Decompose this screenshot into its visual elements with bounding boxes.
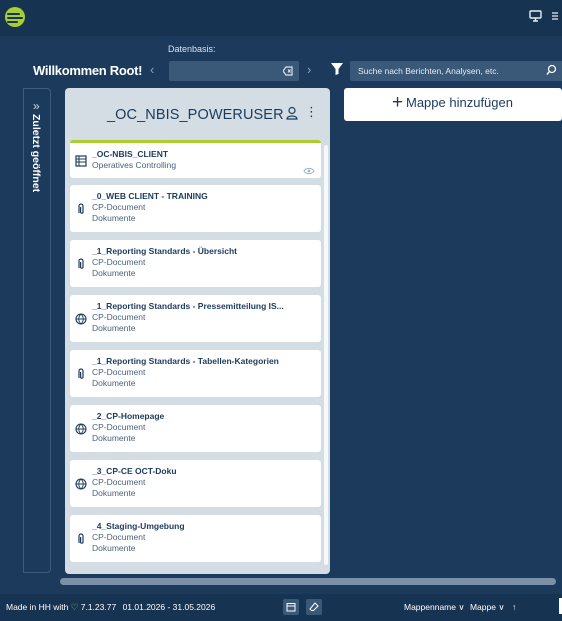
leaf-logo-icon[interactable] <box>4 6 26 28</box>
sort-ascending-icon[interactable]: ↑ <box>512 602 516 612</box>
paperclip-icon <box>78 203 84 214</box>
user-icon[interactable] <box>286 106 298 120</box>
eraser-button[interactable] <box>306 599 322 615</box>
paperclip-icon <box>78 368 84 379</box>
card-category: Dokumente <box>92 378 136 388</box>
datenbasis-select[interactable] <box>169 61 299 81</box>
card-reporting-pressemitteilung[interactable]: _1_Reporting Standards - Pressemitteilun… <box>70 295 321 342</box>
chevron-down-icon[interactable]: ∨ <box>498 602 504 612</box>
globe-icon <box>75 478 87 490</box>
expand-chevron-icon[interactable]: » <box>33 99 40 113</box>
top-right-icons <box>529 10 558 22</box>
chevron-down-icon[interactable]: ∨ <box>458 602 464 612</box>
prev-arrow-icon[interactable]: ‹ <box>150 62 154 77</box>
add-folder-button[interactable]: + Mappe hinzufügen <box>344 88 562 121</box>
top-bar <box>0 0 562 36</box>
footer-info: Made in HH with ♡ 7.1.23.77 01.01.2026 -… <box>6 602 215 613</box>
card-title: _1_Reporting Standards - Pressemitteilun… <box>92 301 284 311</box>
footer-bar: Made in HH with ♡ 7.1.23.77 01.01.2026 -… <box>0 594 562 621</box>
card-category: Dokumente <box>92 213 136 223</box>
card-web-client-training[interactable]: _0_WEB CLIENT - TRAINING CP-Document Dok… <box>70 185 321 232</box>
plus-icon: + <box>392 92 404 113</box>
card-category: Dokumente <box>92 323 136 333</box>
version-text: 7.1.23.77 <box>80 602 117 612</box>
card-staging-umgebung[interactable]: _4_Staging-Umgebung CP-Document Dokument… <box>70 515 321 562</box>
panel-scrollbar[interactable] <box>324 145 328 565</box>
card-title: _0_WEB CLIENT - TRAINING <box>92 191 208 201</box>
more-options-icon[interactable]: ⋮ <box>305 104 318 120</box>
card-subtitle: CP-Document <box>92 202 146 212</box>
search-input[interactable]: Suche nach Berichten, Analysen, etc. <box>350 61 562 81</box>
date-range-text: 01.01.2026 - 31.05.2026 <box>122 602 216 612</box>
card-subtitle: Operatives Controlling <box>92 160 177 170</box>
eraser-icon <box>309 602 319 611</box>
search-placeholder: Suche nach Berichten, Analysen, etc. <box>358 66 499 76</box>
card-subtitle: CP-Document <box>92 532 146 542</box>
horizontal-scrollbar[interactable] <box>60 578 556 585</box>
sort-controls: Mappenname ∨ Mappe ∨ ↑ <box>404 602 516 613</box>
card-subtitle: CP-Document <box>92 477 146 487</box>
globe-icon <box>75 423 87 435</box>
datenbasis-label: Datenbasis: <box>168 44 216 54</box>
card-title: _2_CP-Homepage <box>92 411 165 421</box>
sidebar-label: Zuletzt geöffnet <box>30 114 42 193</box>
card-reporting-tabellen[interactable]: _1_Reporting Standards - Tabellen-Katego… <box>70 350 321 397</box>
card-subtitle: CP-Document <box>92 312 146 322</box>
clear-input-icon[interactable] <box>283 65 293 77</box>
card-category: Dokumente <box>92 543 136 553</box>
eye-icon[interactable] <box>303 167 315 175</box>
card-category: Dokumente <box>92 433 136 443</box>
card-title: _OC-NBIS_CLIENT <box>92 149 169 159</box>
paperclip-icon <box>78 533 84 544</box>
table-icon <box>75 155 87 167</box>
filter-icon[interactable] <box>331 63 343 75</box>
panel-title: _OC_NBIS_POWERUSER <box>107 107 284 123</box>
sort-name-label[interactable]: Mappenname <box>404 602 456 612</box>
monitor-icon[interactable] <box>529 10 542 22</box>
panel-header: _OC_NBIS_POWERUSER ⋮ <box>65 88 330 143</box>
calendar-icon <box>286 603 296 612</box>
card-category: Dokumente <box>92 268 136 278</box>
made-in-text: Made in HH with <box>6 602 69 612</box>
card-category: Dokumente <box>92 488 136 498</box>
menu-icon[interactable] <box>552 10 558 22</box>
card-title: _4_Staging-Umgebung <box>92 521 185 531</box>
folder-panel: _OC_NBIS_POWERUSER ⋮ _OC-NBIS_CLIENT Ope… <box>65 88 330 574</box>
globe-icon <box>75 313 87 325</box>
card-subtitle: CP-Document <box>92 257 146 267</box>
card-subtitle: CP-Document <box>92 367 146 377</box>
welcome-text: Willkommen Root! <box>33 63 143 78</box>
card-title: _1_Reporting Standards - Übersicht <box>92 246 238 256</box>
card-subtitle: CP-Document <box>92 422 146 432</box>
calendar-button[interactable] <box>283 599 299 615</box>
next-arrow-icon[interactable]: › <box>307 62 311 77</box>
card-title: _3_CP-CE OCT-Doku <box>92 466 177 476</box>
card-reporting-uebersicht[interactable]: _1_Reporting Standards - Übersicht CP-Do… <box>70 240 321 287</box>
add-folder-label: Mappe hinzufügen <box>406 95 513 110</box>
recently-opened-sidebar[interactable]: » Zuletzt geöffnet <box>23 88 51 573</box>
card-cp-homepage[interactable]: _2_CP-Homepage CP-Document Dokumente <box>70 405 321 452</box>
card-cp-ce-oct-doku[interactable]: _3_CP-CE OCT-Doku CP-Document Dokumente <box>70 460 321 507</box>
paperclip-icon <box>78 258 84 269</box>
card-title: _1_Reporting Standards - Tabellen-Katego… <box>92 356 279 366</box>
heart-icon: ♡ <box>70 602 79 612</box>
search-icon[interactable] <box>546 64 558 76</box>
card-oc-nbis-client[interactable]: _OC-NBIS_CLIENT Operatives Controlling <box>70 140 321 178</box>
sort-type-label[interactable]: Mappe <box>470 602 496 612</box>
